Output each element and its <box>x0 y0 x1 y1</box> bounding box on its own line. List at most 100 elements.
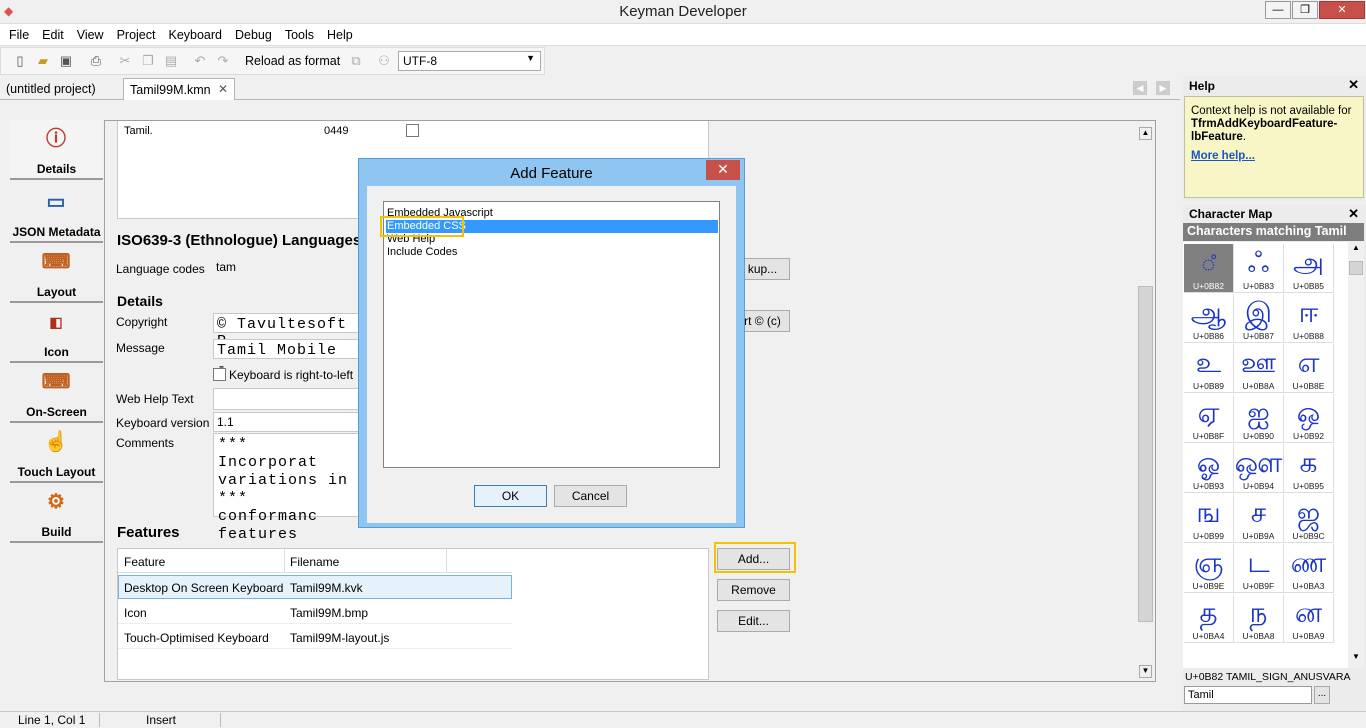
table-row[interactable]: Touch-Optimised Keyboard Tamil99M-layout… <box>118 625 512 649</box>
tab-scroll-right-icon[interactable]: ▶ <box>1156 81 1170 95</box>
column-header-feature[interactable]: Feature <box>124 555 165 569</box>
search-options-button[interactable]: ... <box>1314 686 1330 704</box>
menu-tools[interactable]: Tools <box>278 24 320 42</box>
language-codes-input[interactable]: tam <box>213 258 363 278</box>
table-row[interactable]: Icon Tamil99M.bmp <box>118 600 512 624</box>
tab-tamil99m-kmn[interactable]: Tamil99M.kmn ✕ <box>123 78 235 100</box>
selection-highlight <box>380 216 464 237</box>
character-cell[interactable]: த U+0BA4 <box>1184 594 1234 643</box>
menu-debug[interactable]: Debug <box>228 24 278 42</box>
character-cell[interactable]: ஃ U+0B83 <box>1234 244 1284 293</box>
window-icon[interactable]: ⧉ <box>347 53 365 70</box>
character-cell[interactable]: ட U+0B9F <box>1234 544 1284 593</box>
add-feature-button[interactable]: Add... <box>717 548 790 570</box>
tab-untitled-project[interactable]: (untitled project) <box>0 78 120 100</box>
new-file-icon[interactable]: ▯ <box>11 53 29 70</box>
scroll-thumb[interactable] <box>1349 261 1363 275</box>
copyright-input[interactable]: © Tavultesoft P <box>213 313 359 350</box>
print-icon[interactable]: ⎙ <box>87 53 105 70</box>
open-folder-icon[interactable]: ▰ <box>34 53 52 70</box>
web-help-input[interactable] <box>213 388 359 410</box>
comments-textarea[interactable]: *** Incorporat variations in *** conform… <box>213 433 359 543</box>
scroll-down-icon[interactable]: ▼ <box>1139 665 1152 678</box>
minimize-button[interactable]: — <box>1265 1 1291 19</box>
cancel-button[interactable]: Cancel <box>554 485 627 507</box>
keyboard-version-input[interactable]: 1.1 <box>213 412 359 432</box>
character-cell[interactable]: ச U+0B9A <box>1234 494 1284 543</box>
redo-icon[interactable]: ↷ <box>214 53 232 70</box>
cut-icon[interactable]: ✂ <box>116 53 134 70</box>
rtl-label: Keyboard is right-to-left <box>229 368 354 382</box>
main-scrollbar[interactable]: ▲ ▼ <box>1137 125 1154 681</box>
paste-icon[interactable]: ▤ <box>162 53 180 70</box>
edit-feature-button[interactable]: Edit... <box>717 610 790 632</box>
character-cell[interactable]: ஓ U+0B93 <box>1184 444 1234 493</box>
more-help-link[interactable]: More help... <box>1191 150 1255 163</box>
character-cell[interactable]: ஒ U+0B92 <box>1284 394 1334 443</box>
character-cell[interactable]: ஆ U+0B86 <box>1184 294 1234 343</box>
menu-project[interactable]: Project <box>110 24 162 42</box>
character-code: U+0B93 <box>1193 481 1224 491</box>
menu-edit[interactable]: Edit <box>35 24 70 42</box>
menu-keyboard[interactable]: Keyboard <box>161 24 228 42</box>
restore-button[interactable]: ❐ <box>1292 1 1318 19</box>
scroll-thumb[interactable] <box>1138 286 1153 622</box>
menu-view[interactable]: View <box>70 24 110 42</box>
dialog-close-button[interactable]: ✕ <box>706 160 740 180</box>
character-cell[interactable]: ◌ஂ U+0B82 <box>1184 244 1234 293</box>
character-cell[interactable]: இ U+0B87 <box>1234 294 1284 343</box>
nav-touch-layout[interactable]: ☝ Touch Layout <box>10 423 103 483</box>
message-input[interactable]: Tamil Mobile - <box>213 339 359 376</box>
remove-feature-button[interactable]: Remove <box>717 579 790 601</box>
character-cell[interactable]: ஏ U+0B8F <box>1184 394 1234 443</box>
save-icon[interactable]: ▣ <box>57 53 75 70</box>
nav-build[interactable]: ⚙ Build <box>10 483 103 543</box>
character-cell[interactable]: உ U+0B89 <box>1184 344 1234 393</box>
status-divider <box>99 713 100 727</box>
character-cell[interactable]: ங U+0B99 <box>1184 494 1234 543</box>
character-search-input[interactable]: Tamil <box>1184 686 1312 704</box>
scroll-down-icon[interactable]: ▼ <box>1349 652 1363 666</box>
character-cell[interactable]: க U+0B95 <box>1284 444 1334 493</box>
encoding-select[interactable]: UTF-8 ▼ <box>398 51 541 71</box>
character-cell[interactable]: ண U+0BA3 <box>1284 544 1334 593</box>
nav-details[interactable]: ⓘ Details <box>10 120 103 180</box>
character-cell[interactable]: ஔ U+0B94 <box>1234 444 1284 493</box>
close-icon[interactable]: ✕ <box>1348 77 1359 93</box>
close-icon[interactable]: ✕ <box>1348 206 1359 222</box>
character-cell[interactable]: ன U+0BA9 <box>1284 594 1334 643</box>
details-section-title: Details <box>117 293 163 309</box>
tab-scroll-left-icon[interactable]: ◀ <box>1133 81 1147 95</box>
nav-on-screen[interactable]: ⌨ On-Screen <box>10 363 103 423</box>
character-cell[interactable]: ஞ U+0B9E <box>1184 544 1234 593</box>
character-cell[interactable]: ந U+0BA8 <box>1234 594 1284 643</box>
character-cell[interactable]: எ U+0B8E <box>1284 344 1334 393</box>
scroll-up-icon[interactable]: ▲ <box>1349 243 1363 257</box>
character-cell[interactable]: ஐ U+0B90 <box>1234 394 1284 443</box>
table-row[interactable]: Desktop On Screen Keyboard Tamil99M.kvk <box>118 575 512 599</box>
menu-file[interactable]: File <box>0 24 35 42</box>
scroll-up-icon[interactable]: ▲ <box>1139 127 1152 140</box>
nav-layout[interactable]: ⌨ Layout <box>10 243 103 303</box>
feature-listbox[interactable]: Embedded Javascript Embedded CSS Web Hel… <box>380 201 720 468</box>
column-header-filename[interactable]: Filename <box>290 555 339 569</box>
reload-as-format-button[interactable]: Reload as format <box>240 51 345 71</box>
close-button[interactable]: ✕ <box>1319 1 1365 19</box>
nav-json-metadata[interactable]: ▭ JSON Metadata <box>10 183 103 243</box>
character-cell[interactable]: ஜ U+0B9C <box>1284 494 1334 543</box>
character-map-scrollbar[interactable]: ▲ ▼ <box>1348 242 1364 668</box>
list-item[interactable]: Include Codes <box>386 246 718 259</box>
copy-icon[interactable]: ❐ <box>139 53 157 70</box>
menu-help[interactable]: Help <box>320 24 359 42</box>
close-tab-icon[interactable]: ✕ <box>218 82 228 96</box>
language-checkbox[interactable] <box>406 124 419 137</box>
character-glyph: ஃ <box>1247 246 1270 279</box>
users-icon[interactable]: ⚇ <box>375 53 393 70</box>
character-cell[interactable]: ஊ U+0B8A <box>1234 344 1284 393</box>
undo-icon[interactable]: ↶ <box>191 53 209 70</box>
nav-icon[interactable]: ◧ Icon <box>10 303 103 363</box>
character-cell[interactable]: ஈ U+0B88 <box>1284 294 1334 343</box>
ok-button[interactable]: OK <box>474 485 547 507</box>
rtl-checkbox[interactable] <box>213 368 226 381</box>
character-cell[interactable]: அ U+0B85 <box>1284 244 1334 293</box>
